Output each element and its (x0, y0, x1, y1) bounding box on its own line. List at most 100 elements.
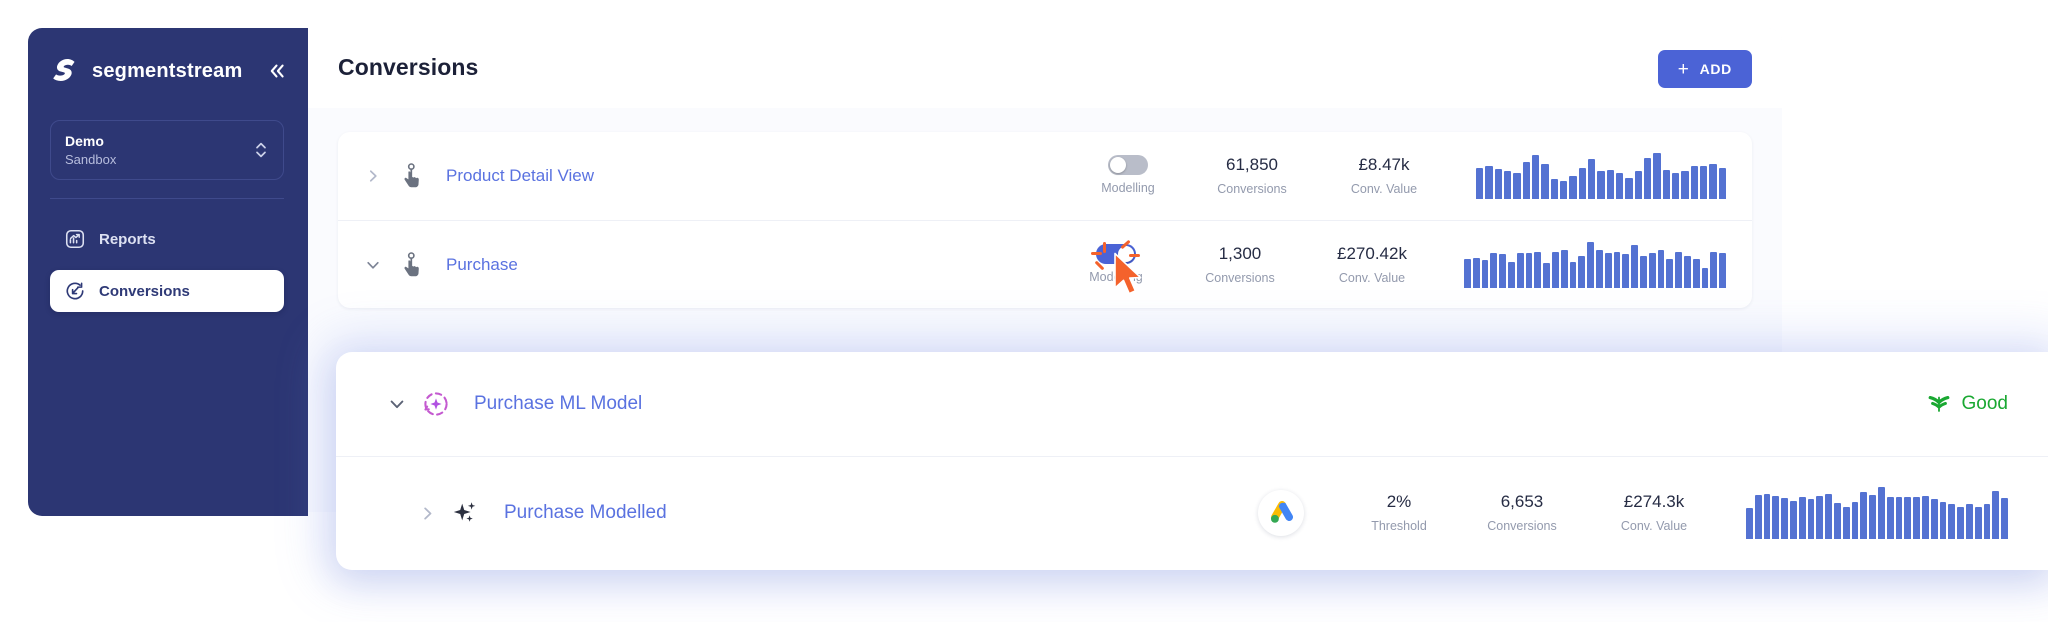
conv-value-cell: £8.47k Conv. Value (1316, 154, 1452, 198)
chevron-down-icon (367, 261, 379, 269)
platform-logo-cell (1222, 490, 1340, 536)
sparkles-icon (453, 502, 476, 522)
topbar: Conversions + ADD (308, 28, 1782, 108)
sparkline-bar (1886, 497, 1894, 539)
sparkline-bar (1948, 504, 1956, 539)
sidebar-item-conversions[interactable]: Conversions (50, 270, 284, 312)
modelling-toggle[interactable] (1108, 155, 1148, 175)
sparkline-bar (1587, 241, 1594, 288)
table-row[interactable]: Product Detail View Modelling 61,850 Con… (338, 132, 1752, 220)
sparkline-bar (1604, 253, 1612, 288)
sparkline-bar (2001, 498, 2008, 539)
sparkline-bar (1615, 173, 1624, 199)
sparkline-bar (1662, 170, 1670, 199)
sparkline-bar (1587, 158, 1596, 199)
sparkline-bar (1895, 496, 1903, 539)
sparkline-bar (1472, 257, 1480, 288)
sparkline-bar (1781, 498, 1788, 539)
sparkline-bar (1643, 157, 1652, 199)
row-expander-collapsed[interactable] (356, 168, 390, 184)
sparkline-bar (1692, 258, 1700, 288)
sparkline-bar (1690, 165, 1698, 199)
sparkline-bar (1965, 504, 1973, 539)
signal-strength-icon (1928, 396, 1949, 412)
sidebar-collapse-button[interactable] (264, 58, 290, 84)
sidebar-item-label: Reports (99, 230, 156, 248)
sparkline-bar (1507, 262, 1515, 288)
double-chevron-left-icon (270, 64, 284, 78)
conversion-name[interactable]: Product Detail View (446, 166, 594, 186)
add-button[interactable]: + ADD (1657, 50, 1752, 88)
table-row[interactable]: Purchase Modelling 1,300 Conversions £27… (338, 220, 1752, 308)
sparkline-bar (1746, 507, 1753, 539)
ml-model-expander[interactable] (380, 395, 414, 413)
sparkline-bar (1622, 254, 1630, 288)
ml-model-name[interactable]: Purchase ML Model (474, 393, 642, 415)
sparkline-bar (1499, 254, 1506, 288)
sparkline-bar (1595, 249, 1603, 288)
sparkline-bar (1464, 259, 1471, 288)
metric-label: Modelling (1089, 269, 1143, 284)
workspace-name: Demo (65, 132, 104, 149)
metric-label: Conversions (1205, 270, 1275, 285)
sparkline-bar (1657, 250, 1665, 288)
ml-child-name[interactable]: Purchase Modelled (504, 502, 667, 524)
sparkline-bar (1560, 249, 1568, 288)
modelling-toggle[interactable] (1096, 243, 1136, 264)
sparkline-bar (1683, 255, 1691, 288)
modelling-cell: Modelling (1056, 239, 1176, 294)
sparkline-bar (1569, 262, 1577, 288)
sparkline-bar (1681, 171, 1689, 199)
sparkline-bar (1639, 255, 1647, 288)
ml-model-row[interactable]: Purchase ML Model Good (336, 352, 2048, 456)
threshold-cell: 2% Threshold (1340, 491, 1458, 535)
chevron-up-down-icon (256, 142, 266, 158)
sparkline-bar (1597, 170, 1605, 199)
sparkline-bar (1939, 501, 1947, 539)
conversion-arrow-icon (66, 282, 84, 300)
ml-model-overlay-card: Purchase ML Model Good Purchase Modelled… (336, 352, 2048, 570)
sparkline-bar (1709, 164, 1717, 199)
workspace-environment: Sandbox (65, 151, 117, 167)
metric-value: 2% (1386, 492, 1412, 511)
sparkline-bar (1825, 493, 1832, 539)
sparkline-bar (1671, 172, 1680, 199)
sparkline-bar (1754, 495, 1762, 539)
sidebar-item-reports[interactable]: Reports (50, 218, 284, 260)
sparkline-bar (1653, 153, 1661, 199)
ml-child-row[interactable]: Purchase Modelled 2% Threshold 6,653 Con… (336, 456, 2048, 569)
app-root: segmentstream Demo Sandbox Reports Conve… (0, 0, 2048, 622)
sparkline-chart (1476, 153, 1726, 199)
metric-value: £274.3k (1623, 492, 1685, 511)
sparkline-bar (1513, 172, 1521, 199)
ml-child-expander[interactable] (410, 505, 444, 522)
sparkline-bar (1763, 493, 1771, 539)
sidebar-nav: Reports Conversions (50, 218, 284, 312)
chart-report-icon (65, 229, 85, 249)
sparkline-bar (1481, 259, 1489, 288)
sidebar-item-label: Conversions (99, 282, 190, 300)
sparkline-bar (1913, 497, 1920, 539)
sparkline-bar (1718, 168, 1726, 199)
workspace-selector[interactable]: Demo Sandbox (50, 120, 284, 180)
ml-sparkle-circle-icon (424, 392, 448, 416)
page-title: Conversions (338, 54, 479, 80)
metric-label: Conv. Value (1620, 519, 1688, 533)
sparkline-bar (1476, 168, 1484, 199)
status-label: Good (1961, 393, 2008, 414)
sparkline-bar (1833, 503, 1841, 539)
tap-hand-icon (404, 251, 419, 276)
row-expander-expanded[interactable] (356, 257, 390, 273)
sparkline-bar (1798, 497, 1806, 539)
chevron-down-icon (390, 400, 404, 409)
conversions-list-card: Product Detail View Modelling 61,850 Con… (338, 132, 1752, 308)
sparkline-bar (1816, 495, 1824, 539)
metric-value: 1,300 (1218, 243, 1262, 263)
tap-hand-icon (404, 163, 419, 188)
sparkline-bar (1699, 166, 1708, 199)
sparkline-bar (1789, 501, 1797, 539)
metric-label: Conv. Value (1338, 270, 1406, 285)
modelling-cell: Modelling (1068, 155, 1188, 197)
conversion-name[interactable]: Purchase (446, 255, 518, 275)
sparkline-bar (1522, 161, 1530, 199)
